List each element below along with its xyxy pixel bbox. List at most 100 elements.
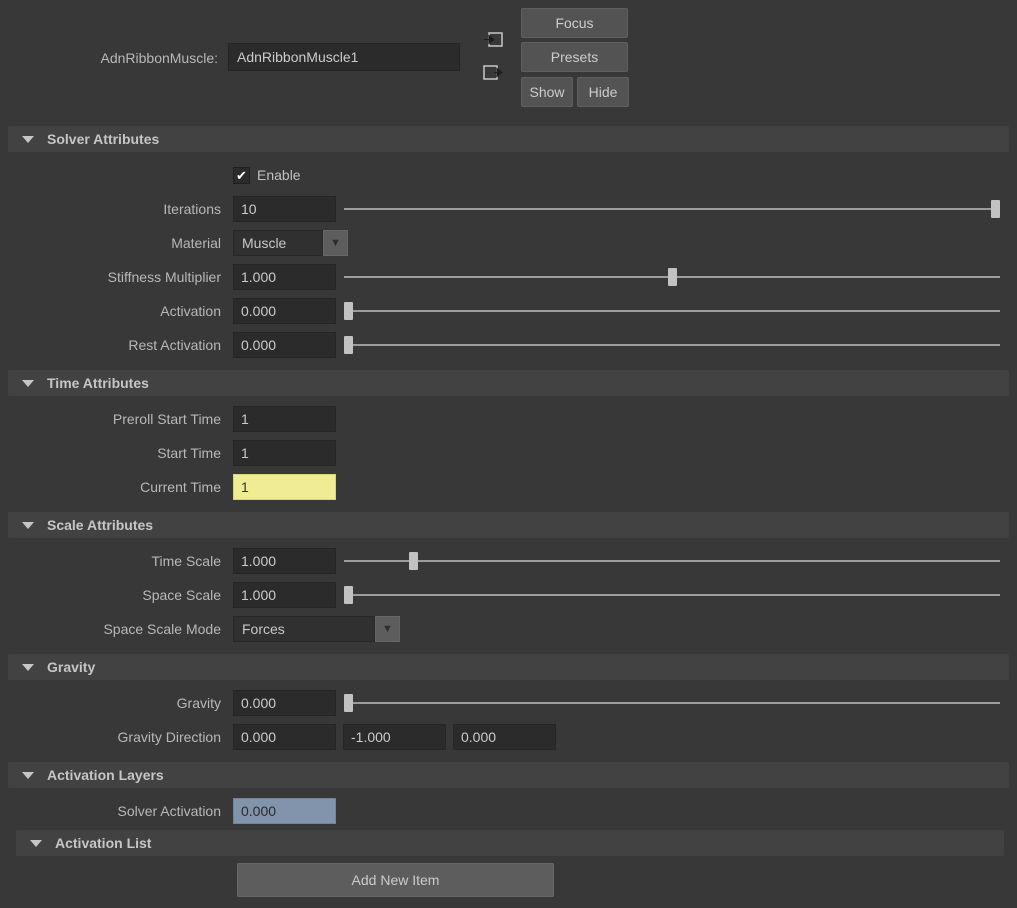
row-space-scale-mode: Space Scale Mode Forces ▼: [0, 612, 1017, 646]
solver-activation-label: Solver Activation: [0, 803, 221, 819]
row-enable: ✔ Enable: [0, 158, 1017, 192]
time-scale-slider[interactable]: [344, 552, 1000, 570]
stiffness-multiplier-field[interactable]: [233, 264, 336, 290]
slider-handle[interactable]: [344, 694, 353, 712]
slider-track: [344, 310, 1000, 312]
collapse-arrow-icon: [22, 380, 34, 387]
slider-handle[interactable]: [344, 586, 353, 604]
section-title: Solver Attributes: [47, 131, 159, 147]
section-title: Gravity: [47, 659, 95, 675]
section-title: Time Attributes: [47, 375, 149, 391]
node-type-label: AdnRibbonMuscle:: [0, 49, 218, 67]
row-gravity-direction: Gravity Direction: [0, 720, 1017, 754]
start-time-field[interactable]: [233, 440, 336, 466]
slider-handle[interactable]: [344, 336, 353, 354]
input-connection-icon: [482, 31, 504, 49]
slider-track: [344, 560, 1000, 562]
space-scale-mode-dropdown[interactable]: Forces ▼: [233, 616, 400, 642]
stiffness-multiplier-label: Stiffness Multiplier: [0, 269, 221, 285]
hide-button[interactable]: Hide: [577, 77, 629, 107]
space-scale-slider[interactable]: [344, 586, 1000, 604]
gravity-direction-label: Gravity Direction: [0, 729, 221, 745]
chevron-down-icon[interactable]: ▼: [375, 616, 400, 642]
rest-activation-label: Rest Activation: [0, 337, 221, 353]
activation-field[interactable]: [233, 298, 336, 324]
iterations-field[interactable]: [233, 196, 336, 222]
section-title: Scale Attributes: [47, 517, 153, 533]
slider-handle[interactable]: [409, 552, 418, 570]
chevron-down-icon[interactable]: ▼: [323, 230, 348, 256]
rest-activation-field[interactable]: [233, 332, 336, 358]
slider-track: [344, 702, 1000, 704]
time-scale-field[interactable]: [233, 548, 336, 574]
gravity-direction-z-field[interactable]: [453, 724, 556, 750]
section-header-time-attributes[interactable]: Time Attributes: [8, 370, 1009, 396]
section-header-solver-attributes[interactable]: Solver Attributes: [8, 126, 1009, 152]
enable-checkbox[interactable]: ✔: [233, 167, 250, 184]
input-connection-button[interactable]: [481, 30, 504, 49]
activation-list-body: Add New Item: [0, 858, 1017, 902]
start-time-label: Start Time: [0, 445, 221, 461]
space-scale-mode-value: Forces: [233, 616, 375, 642]
section-title: Activation List: [55, 835, 151, 851]
gravity-field[interactable]: [233, 690, 336, 716]
section-header-gravity[interactable]: Gravity: [8, 654, 1009, 680]
row-start-time: Start Time: [0, 436, 1017, 470]
slider-track: [344, 594, 1000, 596]
row-space-scale: Space Scale: [0, 578, 1017, 612]
section-time-attributes: Preroll Start Time Start Time Current Ti…: [0, 398, 1017, 510]
node-header: AdnRibbonMuscle: Focus Presets Show Hide: [0, 0, 1017, 124]
material-dropdown[interactable]: Muscle ▼: [233, 230, 348, 256]
current-time-field[interactable]: [233, 474, 336, 500]
show-button[interactable]: Show: [521, 77, 573, 107]
collapse-arrow-icon: [30, 840, 42, 847]
checkmark-icon: ✔: [236, 169, 247, 182]
add-new-item-button[interactable]: Add New Item: [237, 863, 554, 897]
row-material: Material Muscle ▼: [0, 226, 1017, 260]
section-activation-layers: Solver Activation Activation List Add Ne…: [0, 790, 1017, 908]
iterations-label: Iterations: [0, 201, 221, 217]
row-stiffness-multiplier: Stiffness Multiplier: [0, 260, 1017, 294]
section-title: Activation Layers: [47, 767, 164, 783]
current-time-label: Current Time: [0, 479, 221, 495]
activation-slider[interactable]: [344, 302, 1000, 320]
collapse-arrow-icon: [22, 772, 34, 779]
space-scale-mode-label: Space Scale Mode: [0, 621, 221, 637]
row-gravity: Gravity: [0, 686, 1017, 720]
section-header-activation-list[interactable]: Activation List: [16, 830, 1004, 856]
slider-handle[interactable]: [344, 302, 353, 320]
material-value: Muscle: [233, 230, 323, 256]
collapse-arrow-icon: [22, 522, 34, 529]
section-header-scale-attributes[interactable]: Scale Attributes: [8, 512, 1009, 538]
output-connection-button[interactable]: [481, 63, 504, 82]
row-time-scale: Time Scale: [0, 544, 1017, 578]
row-preroll-start-time: Preroll Start Time: [0, 402, 1017, 436]
stiffness-multiplier-slider[interactable]: [344, 268, 1000, 286]
node-name-field[interactable]: [228, 43, 460, 71]
collapse-arrow-icon: [22, 664, 34, 671]
collapse-arrow-icon: [22, 136, 34, 143]
section-solver-attributes: ✔ Enable Iterations Material Muscle ▼ St…: [0, 154, 1017, 368]
section-header-activation-layers[interactable]: Activation Layers: [8, 762, 1009, 788]
solver-activation-field[interactable]: [233, 798, 336, 824]
preroll-start-time-label: Preroll Start Time: [0, 411, 221, 427]
preroll-start-time-field[interactable]: [233, 406, 336, 432]
row-solver-activation: Solver Activation: [0, 794, 1017, 828]
presets-button[interactable]: Presets: [521, 42, 628, 72]
gravity-slider[interactable]: [344, 694, 1000, 712]
material-label: Material: [0, 235, 221, 251]
slider-handle[interactable]: [668, 268, 677, 286]
section-scale-attributes: Time Scale Space Scale Space Scale Mode …: [0, 540, 1017, 652]
row-iterations: Iterations: [0, 192, 1017, 226]
gravity-direction-x-field[interactable]: [233, 724, 336, 750]
slider-handle[interactable]: [991, 200, 1000, 218]
gravity-label: Gravity: [0, 695, 221, 711]
slider-track: [344, 208, 1000, 210]
rest-activation-slider[interactable]: [344, 336, 1000, 354]
space-scale-field[interactable]: [233, 582, 336, 608]
focus-button[interactable]: Focus: [521, 8, 628, 38]
row-activation: Activation: [0, 294, 1017, 328]
iterations-slider[interactable]: [344, 200, 1000, 218]
gravity-direction-y-field[interactable]: [343, 724, 446, 750]
slider-track: [344, 344, 1000, 346]
